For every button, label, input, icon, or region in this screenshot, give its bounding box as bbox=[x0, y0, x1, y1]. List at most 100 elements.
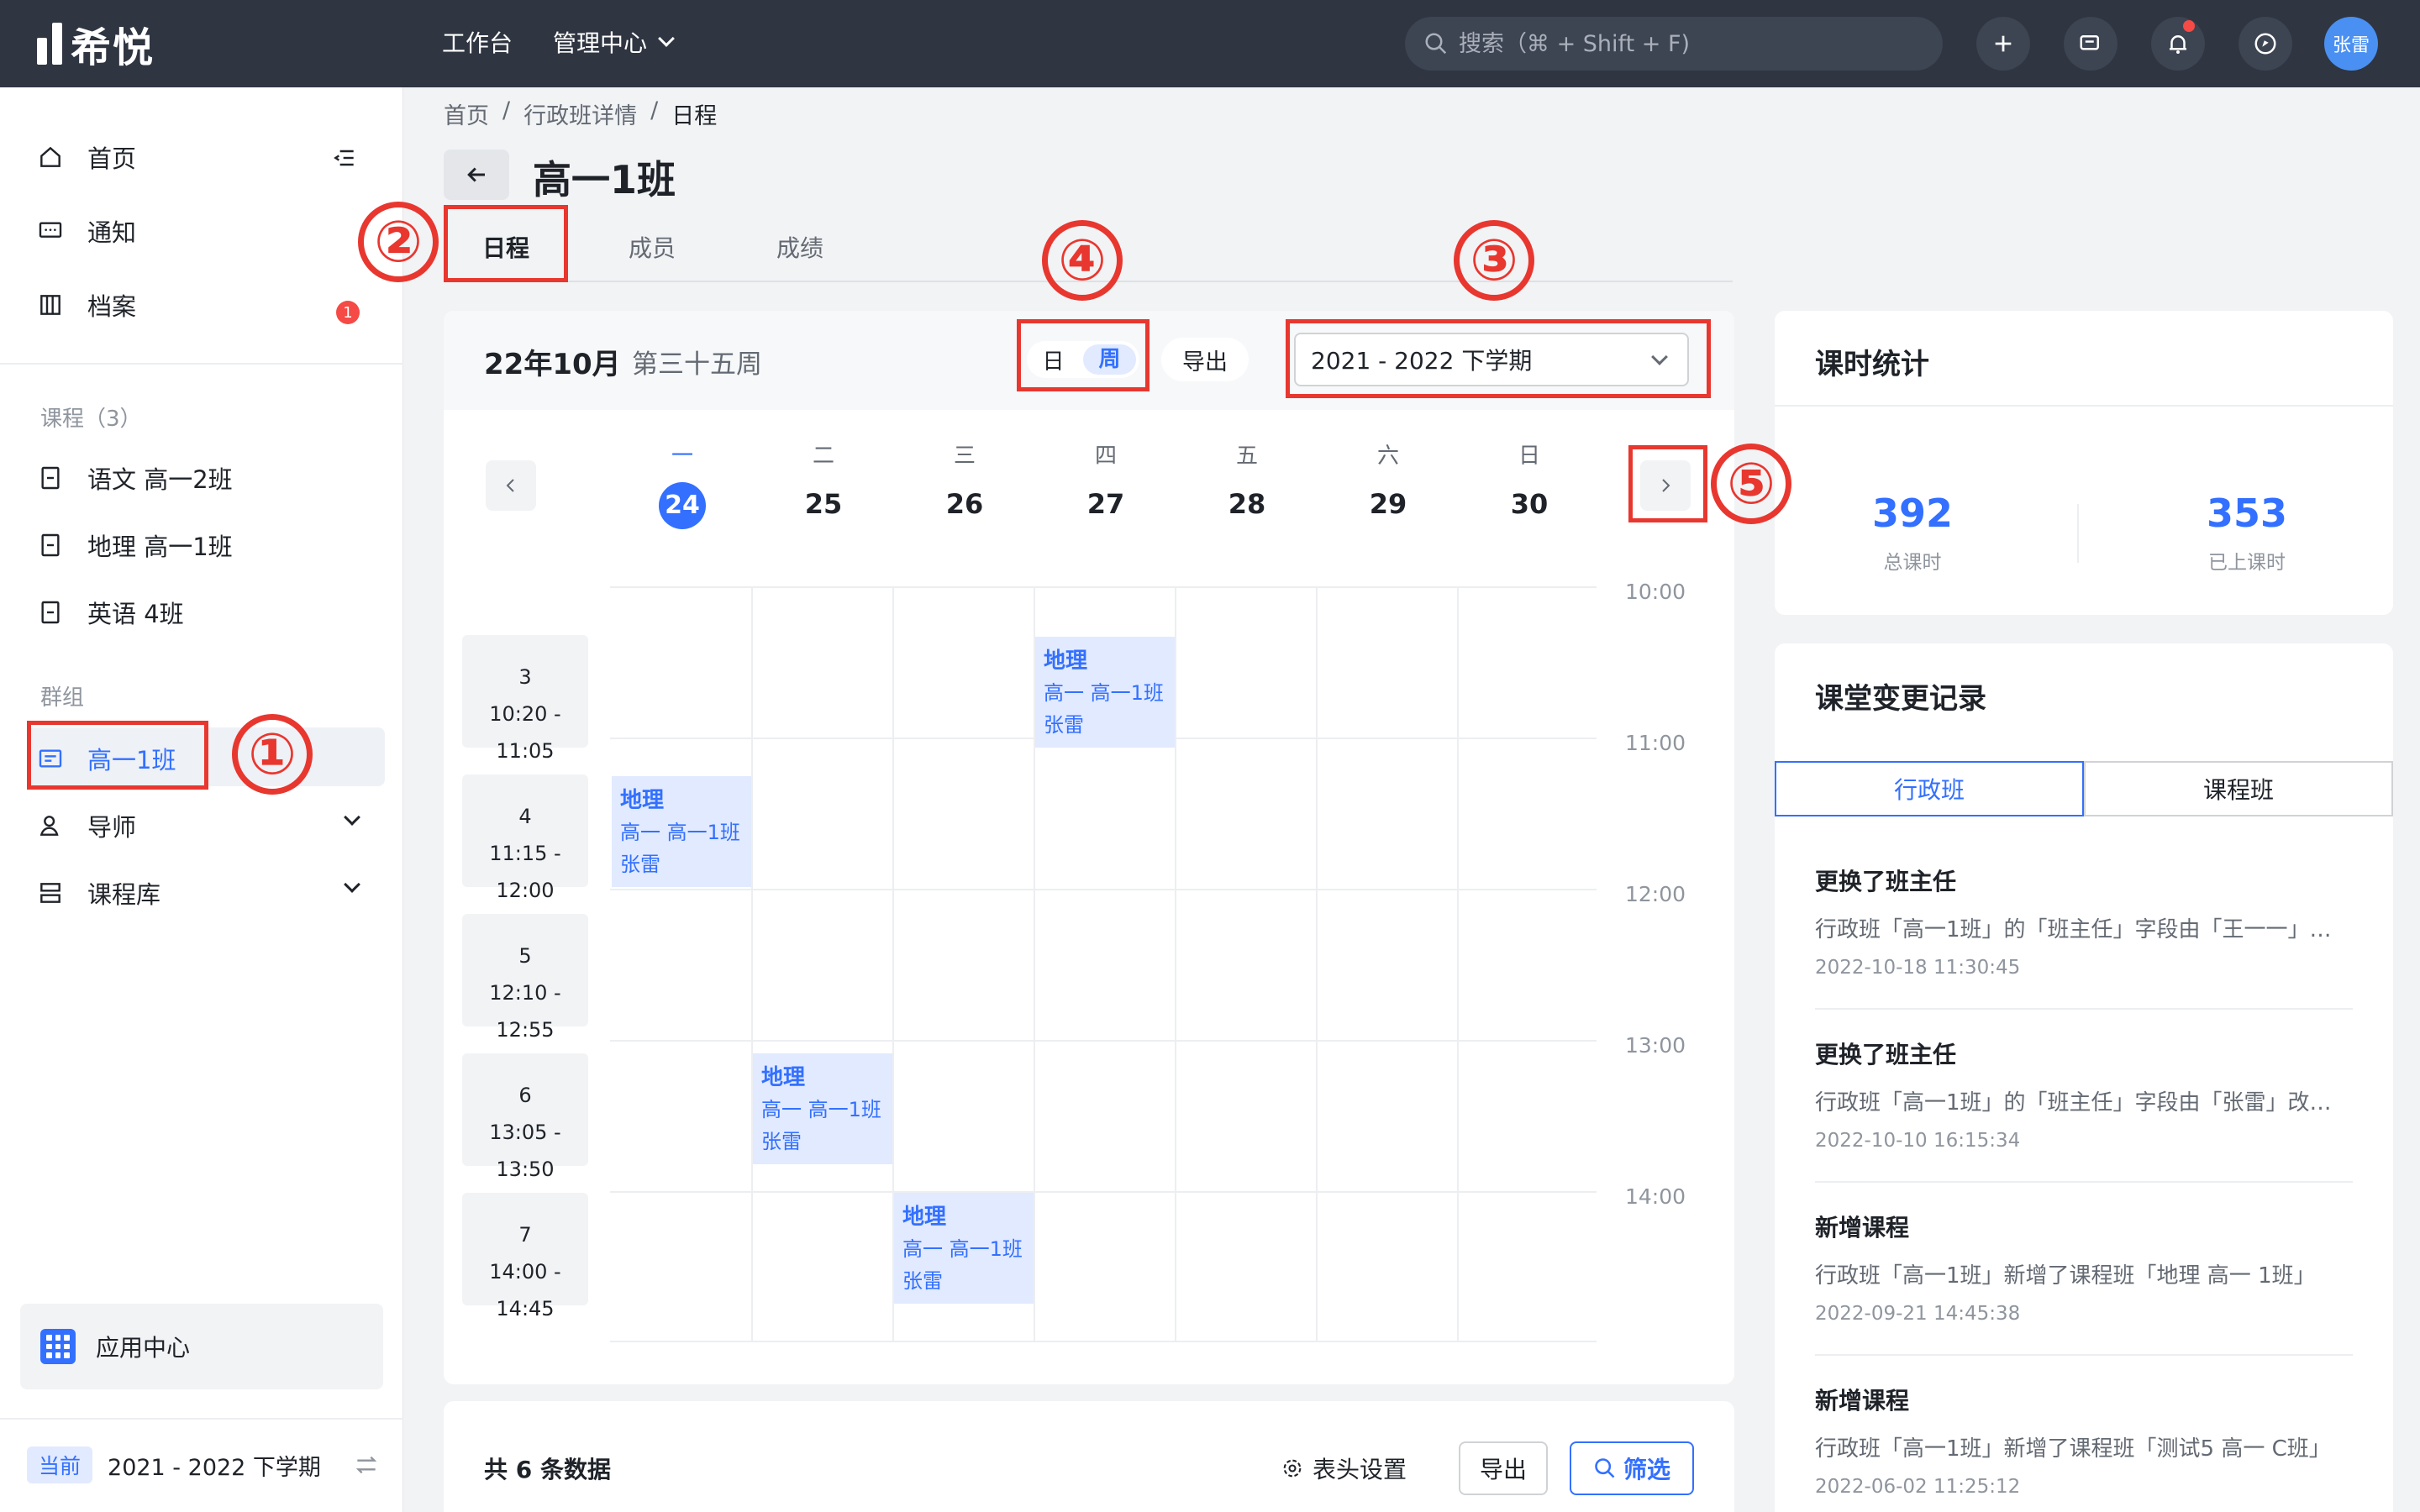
stats-divider-vertical bbox=[2077, 504, 2079, 563]
annotation-number-5: ⑤ bbox=[1711, 444, 1791, 524]
day-column-header[interactable]: 日 30 bbox=[1459, 438, 1600, 526]
notifications-button[interactable] bbox=[2151, 17, 2205, 71]
top-bar: 希悦 工作台 管理中心 张雷 bbox=[0, 0, 2420, 87]
breadcrumb-current: 日程 bbox=[671, 103, 718, 129]
nav-admin-center[interactable]: 管理中心 bbox=[553, 25, 675, 59]
sidebar-item-notice[interactable]: 通知 bbox=[37, 213, 136, 249]
change-log-divider bbox=[1815, 1181, 2353, 1183]
user-icon bbox=[39, 816, 59, 836]
change-log-item[interactable]: 更换了班主任 行政班「高一1班」的「班主任」字段由「王一一」改… 2022-10… bbox=[1815, 864, 2353, 979]
grid-line bbox=[610, 889, 1597, 890]
courses-section-title: 课程（3） bbox=[40, 407, 142, 432]
sidebar-course-label: 语文 高一2班 bbox=[87, 465, 233, 494]
home-icon bbox=[40, 146, 60, 167]
period-number: 7 bbox=[518, 1223, 532, 1247]
change-log-item[interactable]: 新增课程 行政班「高一1班」新增了课程班「测试5 高一 C班」 2022-06-… bbox=[1815, 1383, 2353, 1498]
period-time: 12:10 - 12:55 bbox=[489, 981, 561, 1042]
breadcrumb-detail[interactable]: 行政班详情 bbox=[523, 97, 637, 130]
app-logo[interactable]: 希悦 bbox=[37, 20, 155, 71]
calendar-event[interactable]: 地理 高一 高一1班 张雷 bbox=[894, 1193, 1034, 1304]
swap-icon[interactable] bbox=[353, 1452, 380, 1478]
stat-done-label: 已上课时 bbox=[2208, 552, 2286, 574]
header-settings-button[interactable]: 表头设置 bbox=[1281, 1452, 1407, 1485]
tab-course-class[interactable]: 课程班 bbox=[2084, 761, 2393, 816]
change-log-tabs: 行政班 课程班 bbox=[1775, 761, 2393, 816]
tab-grades[interactable]: 成绩 bbox=[776, 230, 823, 264]
current-term-switcher[interactable]: 当前 2021 - 2022 下学期 bbox=[27, 1443, 380, 1487]
period-number: 5 bbox=[518, 944, 532, 968]
change-log-item[interactable]: 更换了班主任 行政班「高一1班」的「班主任」字段由「张雷」改为… 2022-10… bbox=[1815, 1037, 2353, 1152]
prev-week-button[interactable] bbox=[486, 460, 536, 511]
chat-icon bbox=[2080, 35, 2099, 50]
app-center-button[interactable]: 应用中心 bbox=[20, 1304, 383, 1389]
annotation-number-4: ④ bbox=[1042, 220, 1123, 301]
day-column-header[interactable]: 三 26 bbox=[894, 438, 1035, 526]
sidebar-item-course-lib[interactable]: 课程库 bbox=[37, 875, 361, 911]
sidebar-course-item[interactable]: 地理 高一1班 bbox=[37, 528, 233, 563]
weekday-name: 五 bbox=[1235, 444, 1258, 469]
collapse-sidebar-button[interactable] bbox=[331, 144, 358, 175]
day-date: 28 bbox=[1228, 488, 1266, 520]
day-column-header[interactable]: 四 27 bbox=[1035, 438, 1176, 526]
tab-members[interactable]: 成员 bbox=[629, 230, 676, 264]
list-export-button[interactable]: 导出 bbox=[1459, 1441, 1548, 1495]
add-button[interactable] bbox=[1976, 17, 2030, 71]
day-date: 27 bbox=[1086, 488, 1125, 520]
nav-admin-label: 管理中心 bbox=[553, 29, 648, 57]
calendar-event[interactable]: 地理 高一 高一1班 张雷 bbox=[612, 776, 751, 887]
day-column-header[interactable]: 一 24 bbox=[612, 438, 753, 529]
calendar-event[interactable]: 地理 高一 高一1班 张雷 bbox=[753, 1053, 892, 1164]
logo-mark-icon bbox=[37, 23, 62, 65]
back-button[interactable] bbox=[444, 150, 509, 200]
sidebar-course-item[interactable]: 语文 高一2班 bbox=[37, 460, 233, 496]
change-log-desc: 行政班「高一1班」新增了课程班「测试5 高一 C班」 bbox=[1815, 1436, 2331, 1462]
calendar-event[interactable]: 地理 高一 高一1班 张雷 bbox=[1035, 637, 1175, 748]
book-icon bbox=[41, 533, 60, 557]
sidebar-course-item[interactable]: 英语 4班 bbox=[37, 595, 184, 630]
breadcrumb-separator: / bbox=[650, 97, 659, 123]
sidebar-home-label: 首页 bbox=[87, 144, 137, 173]
annotation-box-5 bbox=[1628, 445, 1707, 522]
change-log-head: 新增课程 bbox=[1815, 1214, 1910, 1242]
nav-workbench[interactable]: 工作台 bbox=[442, 25, 513, 59]
filter-button[interactable]: 筛选 bbox=[1570, 1441, 1694, 1495]
search-box[interactable] bbox=[1405, 17, 1943, 71]
search-input[interactable] bbox=[1459, 30, 1929, 57]
change-log-item[interactable]: 新增课程 行政班「高一1班」新增了课程班「地理 高一 1班」 2022-09-2… bbox=[1815, 1210, 2353, 1325]
stats-divider bbox=[1775, 405, 2393, 407]
sidebar-item-archive[interactable]: 档案 bbox=[37, 287, 136, 323]
tab-admin-class[interactable]: 行政班 bbox=[1775, 761, 2084, 816]
change-log-desc: 行政班「高一1班」的「班主任」字段由「张雷」改为… bbox=[1815, 1090, 2353, 1116]
calendar-export-button[interactable]: 导出 bbox=[1161, 338, 1249, 381]
stat-total-label: 总课时 bbox=[1883, 552, 1942, 574]
sidebar: 首页 通知 1 档案 课程（3） 语文 高一2班 地理 高一1班 英语 4班 群… bbox=[0, 87, 403, 1512]
breadcrumb-home[interactable]: 首页 bbox=[444, 97, 489, 130]
day-column-header[interactable]: 五 28 bbox=[1176, 438, 1318, 526]
sidebar-item-home[interactable]: 首页 bbox=[37, 139, 136, 175]
grid-line bbox=[610, 1191, 1597, 1193]
change-log-title: 课堂变更记录 bbox=[1815, 682, 1986, 716]
annotation-number-2: ② bbox=[358, 202, 439, 282]
user-avatar[interactable]: 张雷 bbox=[2324, 17, 2378, 71]
help-button[interactable] bbox=[2238, 17, 2292, 71]
day-date: 29 bbox=[1369, 488, 1407, 520]
event-title: 地理 bbox=[761, 1065, 806, 1090]
day-column-header[interactable]: 二 25 bbox=[753, 438, 894, 526]
grid-line bbox=[1457, 586, 1459, 1342]
day-column-header[interactable]: 六 29 bbox=[1318, 438, 1459, 526]
messages-button[interactable] bbox=[2064, 17, 2118, 71]
annotation-number-1: ① bbox=[232, 714, 313, 795]
sidebar-item-tutor[interactable]: 导师 bbox=[37, 808, 361, 843]
change-log-desc: 行政班「高一1班」的「班主任」字段由「王一一」改… bbox=[1815, 917, 2353, 942]
day-date: 30 bbox=[1510, 488, 1549, 520]
grid-line bbox=[610, 586, 1597, 588]
library-icon bbox=[40, 883, 60, 903]
chevron-left-icon bbox=[506, 479, 514, 492]
period-time: 11:15 - 12:00 bbox=[489, 842, 561, 902]
event-teacher: 张雷 bbox=[620, 853, 660, 876]
annotation-number-3: ③ bbox=[1454, 220, 1534, 301]
period-number: 3 bbox=[518, 665, 532, 689]
sidebar-course-label: 地理 高一1班 bbox=[87, 533, 233, 561]
period-label: 7 14:00 - 14:45 bbox=[462, 1193, 588, 1320]
event-title: 地理 bbox=[1044, 648, 1088, 674]
